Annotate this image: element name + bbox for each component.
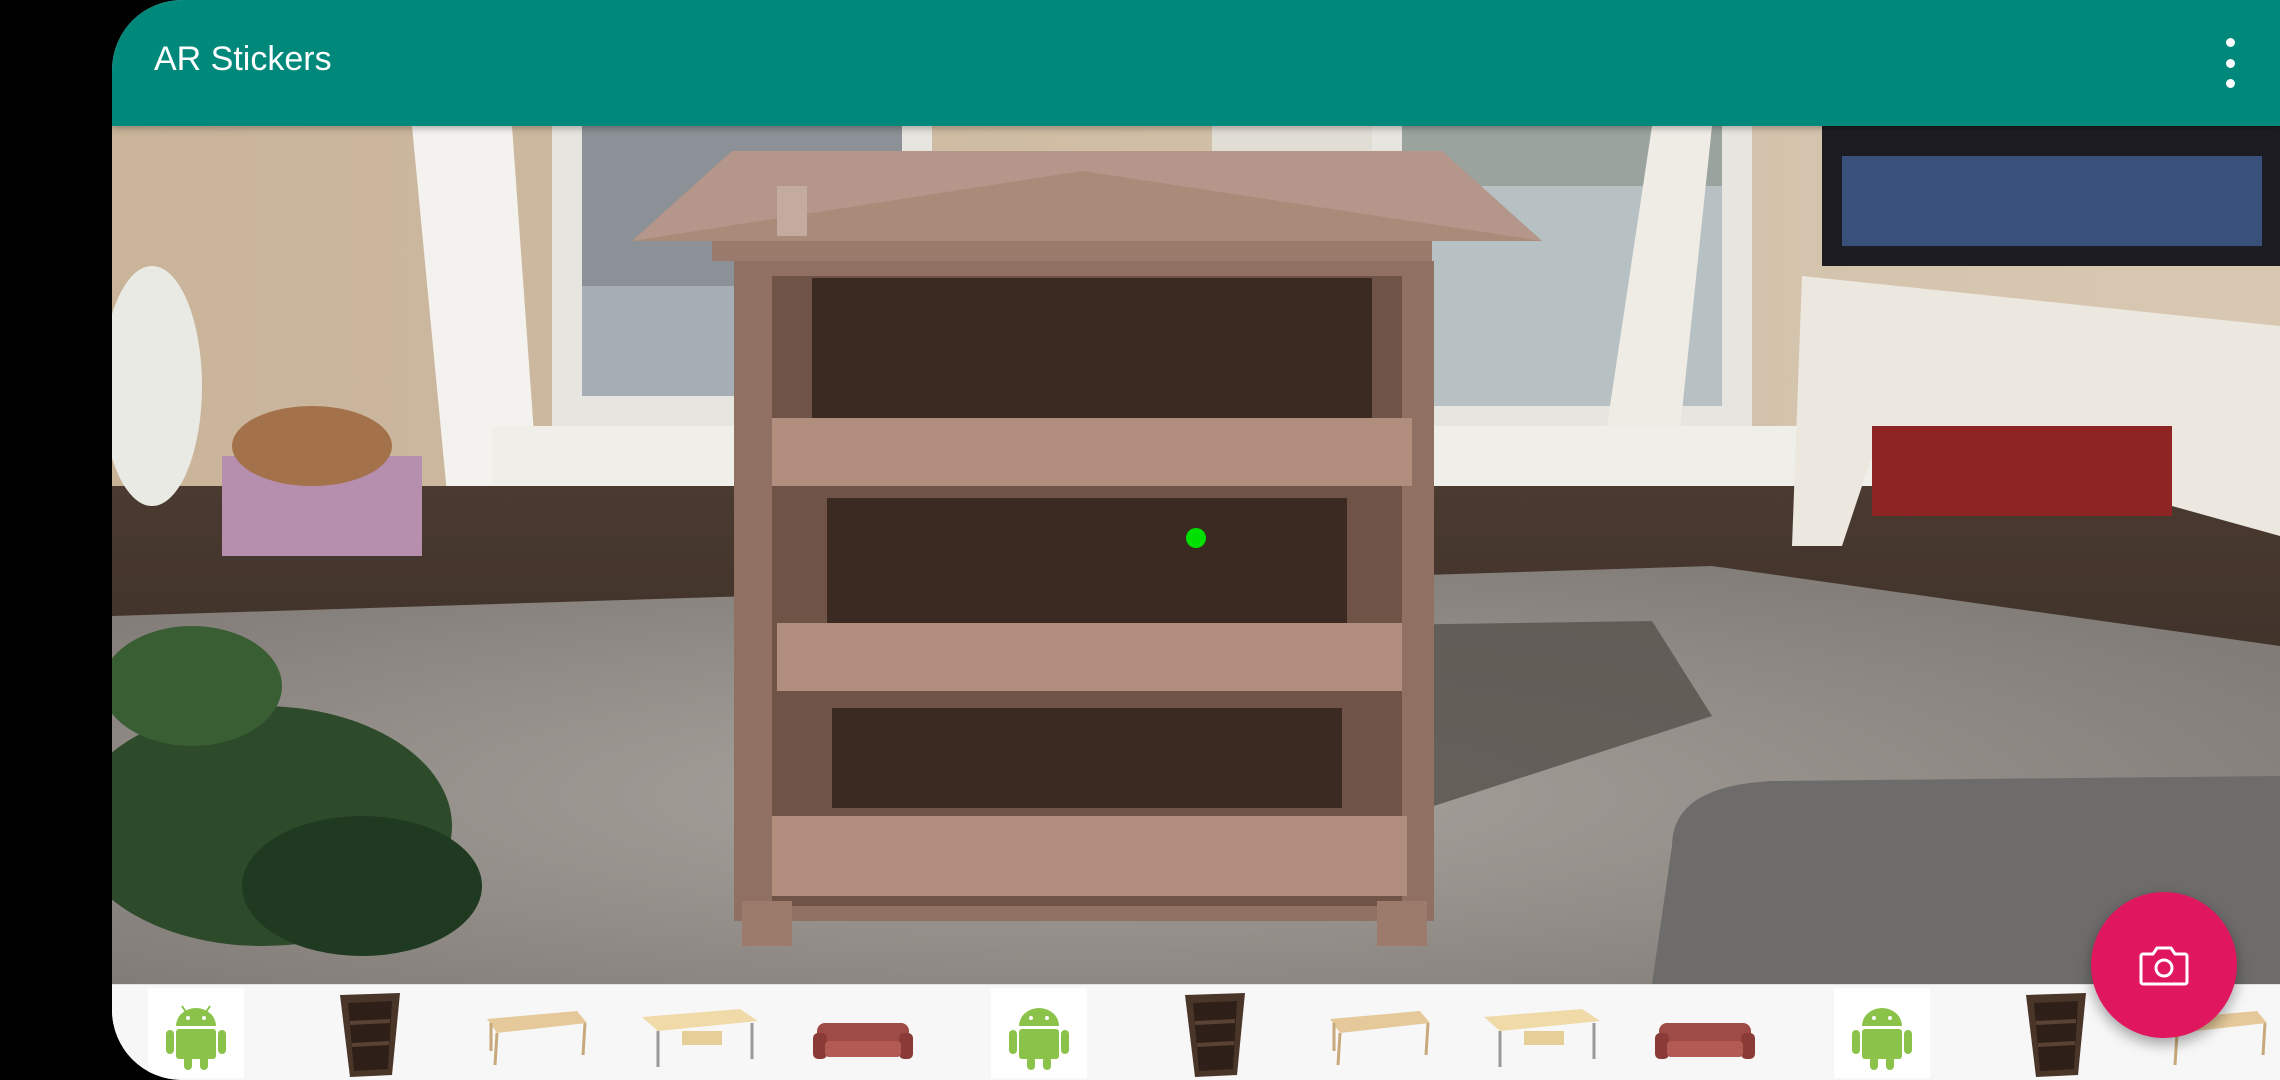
gallery-item-bookshelf[interactable] <box>1137 989 1287 1079</box>
app-screen: AR Stickers <box>112 0 2280 1080</box>
gallery-item-sofa[interactable] <box>787 989 937 1079</box>
gallery-item-android[interactable] <box>1834 988 1930 1078</box>
gallery-item-desk[interactable] <box>1464 989 1614 1079</box>
ar-camera-view[interactable] <box>112 126 2280 984</box>
bookshelf-model <box>632 151 1542 946</box>
camera-icon <box>2139 946 2189 986</box>
app-bar: AR Stickers <box>112 0 2280 126</box>
model-gallery <box>112 984 2280 1080</box>
capture-button[interactable] <box>2091 892 2237 1038</box>
more-vert-icon[interactable] <box>2218 38 2242 88</box>
gallery-item-table[interactable] <box>457 989 607 1079</box>
camera-feed <box>112 126 2280 984</box>
gallery-item-table[interactable] <box>1300 989 1450 1079</box>
gallery-item-desk[interactable] <box>622 989 772 1079</box>
gallery-item-android[interactable] <box>148 988 244 1078</box>
app-title: AR Stickers <box>154 40 332 78</box>
gallery-item-bookshelf[interactable] <box>292 989 442 1079</box>
gallery-item-android[interactable] <box>991 988 1087 1078</box>
gallery-item-sofa[interactable] <box>1629 989 1779 1079</box>
